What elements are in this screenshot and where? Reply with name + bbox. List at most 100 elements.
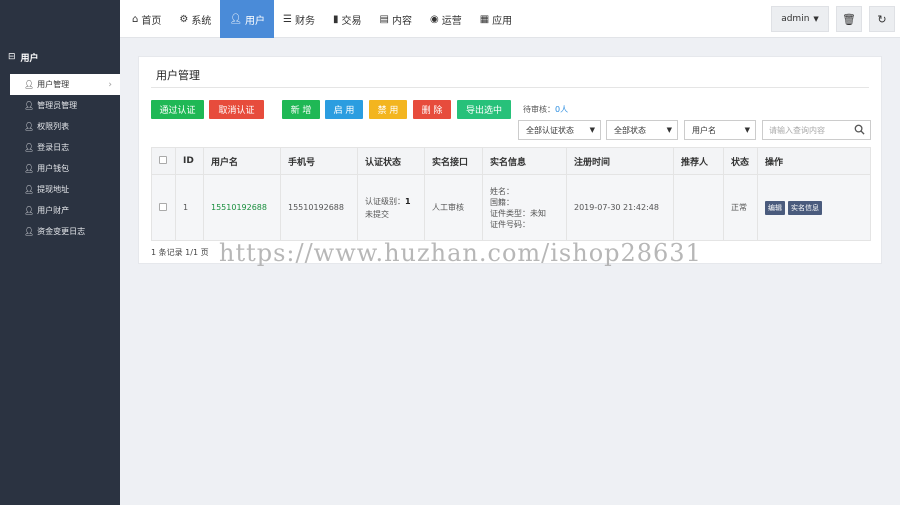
search-box <box>762 120 871 140</box>
sidebar-item-label: 提现地址 <box>37 185 70 194</box>
col-header: 手机号 <box>280 147 358 175</box>
pending-label: 待审核： <box>523 105 555 114</box>
cancel-cert-button[interactable]: 取消认证 <box>209 100 264 119</box>
nav-label: 用户 <box>245 15 266 27</box>
nav-label: 系统 <box>191 15 212 27</box>
sidebar-item-permissions[interactable]: 👤︎ 权限列表 <box>0 116 120 137</box>
user-icon: 👤︎ <box>24 143 35 152</box>
sidebar-item-admin-management[interactable]: 👤︎ 管理员管理 <box>0 95 120 116</box>
cell-cert-status: 认证级别：1 未提交 <box>357 174 425 241</box>
cell-reg-time: 2019-07-30 21:42:48 <box>566 174 674 241</box>
pending-count: 0人 <box>555 105 569 114</box>
cell-phone: 15510192688 <box>280 174 358 241</box>
cell-username: 15510192688 <box>203 174 281 241</box>
select-all-checkbox[interactable] <box>159 155 167 164</box>
search-icon[interactable] <box>854 124 865 138</box>
nav-content[interactable]: ▤ 内容 <box>371 0 421 38</box>
nav-trade[interactable]: ▮ 交易 <box>324 0 371 38</box>
sidebar-group-user[interactable]: ⊟ 用户 <box>0 40 120 74</box>
approve-cert-button[interactable]: 通过认证 <box>151 100 204 119</box>
refresh-button[interactable]: ↻ <box>869 6 895 32</box>
sidebar-item-label: 用户管理 <box>37 80 70 89</box>
cert-level-label: 认证级别： <box>365 196 405 206</box>
sidebar-item-wallet[interactable]: 👤︎ 用户钱包 <box>0 158 120 179</box>
gear-icon: ⚙ <box>179 13 189 25</box>
sidebar-item-withdraw-address[interactable]: 👤︎ 提现地址 <box>0 179 120 200</box>
col-header: 实名信息 <box>482 147 567 175</box>
globe-icon: ◉ <box>429 13 439 25</box>
user-icon: 👤︎ <box>24 206 35 215</box>
sidebar-item-label: 登录日志 <box>37 143 70 152</box>
clear-cache-button[interactable]: 🗑︎ <box>836 6 862 32</box>
row-checkbox[interactable] <box>159 202 167 211</box>
cell-ops: 编辑 实名信息 <box>757 174 871 241</box>
user-icon: 👤︎ <box>24 227 35 236</box>
sidebar-item-assets[interactable]: 👤︎ 用户财产 <box>0 200 120 221</box>
page-title: 用户管理 <box>156 69 200 82</box>
sidebar-item-label: 用户财产 <box>37 206 70 215</box>
sidebar-item-login-log[interactable]: 👤︎ 登录日志 <box>0 137 120 158</box>
nav-finance[interactable]: ☰ 财务 <box>274 0 324 38</box>
add-button[interactable]: 新 增 <box>282 100 320 119</box>
minus-square-icon: ⊟ <box>8 52 16 62</box>
sidebar-menu: 👤︎ 用户管理 › 👤︎ 管理员管理 👤︎ 权限列表 👤︎ 登录日志 👤︎ 用户… <box>0 74 120 242</box>
search-field-select[interactable]: 用户名 ▼ <box>684 120 756 140</box>
row-select-cell <box>151 174 176 241</box>
chevron-right-icon: › <box>108 79 112 90</box>
cell-api: 人工审核 <box>424 174 483 241</box>
search-input[interactable] <box>763 125 849 135</box>
nav-label: 运营 <box>441 15 462 27</box>
table-row: 1 15510192688 15510192688 认证级别：1 未提交 人工审… <box>151 174 871 241</box>
nav-user[interactable]: 👤︎ 用户 <box>220 0 275 38</box>
nav-label: 首页 <box>141 15 162 27</box>
pagination-info: 1 条记录 1/1 页 <box>151 248 209 257</box>
edit-button[interactable]: 编辑 <box>765 200 785 215</box>
caret-down-icon: ▼ <box>589 126 595 134</box>
nav-system[interactable]: ⚙ 系统 <box>170 0 220 38</box>
delete-button[interactable]: 删 除 <box>413 100 451 119</box>
info-nation: 国籍： <box>490 197 514 207</box>
pending-review: 待审核：0人 <box>523 104 568 115</box>
sidebar-item-user-management[interactable]: 👤︎ 用户管理 › <box>10 74 120 95</box>
cert-status-text: 未提交 <box>365 209 389 219</box>
watermark: https://www.huzhan.com/ishop28631 <box>219 239 702 267</box>
disable-button[interactable]: 禁 用 <box>369 100 407 119</box>
info-doc-no: 证件号码： <box>490 219 530 229</box>
sidebar-logo-area <box>0 0 120 40</box>
home-icon: ⌂ <box>132 13 139 25</box>
divider <box>151 87 869 88</box>
select-value: 全部状态 <box>614 125 646 135</box>
real-name-info-button[interactable]: 实名信息 <box>788 200 822 215</box>
select-all-cell <box>151 147 176 175</box>
nav-home[interactable]: ⌂ 首页 <box>123 0 170 38</box>
table-header-row: ID 用户名 手机号 认证状态 实名接口 实名信息 注册时间 推荐人 状态 操作 <box>151 147 871 175</box>
user-icon: 👤︎ <box>24 185 35 194</box>
user-icon: 👤︎ <box>24 122 35 131</box>
sidebar-item-fund-log[interactable]: 👤︎ 资金变更日志 <box>0 221 120 242</box>
col-header: 用户名 <box>203 147 281 175</box>
select-value: 全部认证状态 <box>526 125 574 135</box>
cert-status-select[interactable]: 全部认证状态 ▼ <box>518 120 601 140</box>
nav-apps[interactable]: ▦ 应用 <box>471 0 521 38</box>
caret-down-icon: ▼ <box>666 126 672 134</box>
user-table: ID 用户名 手机号 认证状态 实名接口 实名信息 注册时间 推荐人 状态 操作… <box>151 147 871 241</box>
col-header: 认证状态 <box>357 147 425 175</box>
admin-dropdown[interactable]: admin ▼ <box>771 6 829 32</box>
user-icon: 👤︎ <box>24 164 35 173</box>
nav-operation[interactable]: ◉ 运营 <box>421 0 471 38</box>
top-navbar: ⌂ 首页 ⚙ 系统 👤︎ 用户 ☰ 财务 ▮ 交易 ▤ 内容 ◉ 运营 ▦ 应用… <box>120 0 900 38</box>
col-header: 状态 <box>723 147 758 175</box>
username-link[interactable]: 15510192688 <box>211 203 267 212</box>
cert-level-value: 1 <box>405 196 411 206</box>
info-name: 姓名： <box>490 186 514 196</box>
col-header: 推荐人 <box>673 147 724 175</box>
sidebar-item-label: 资金变更日志 <box>37 227 86 236</box>
export-selected-button[interactable]: 导出选中 <box>457 100 511 119</box>
caret-down-icon: ▼ <box>813 15 819 23</box>
select-value: 用户名 <box>692 125 716 135</box>
top-right-tools: admin ▼ 🗑︎ ↻ <box>771 6 895 32</box>
status-select[interactable]: 全部状态 ▼ <box>606 120 678 140</box>
nav-label: 财务 <box>295 15 315 27</box>
enable-button[interactable]: 启 用 <box>325 100 363 119</box>
caret-down-icon: ▼ <box>744 126 750 134</box>
